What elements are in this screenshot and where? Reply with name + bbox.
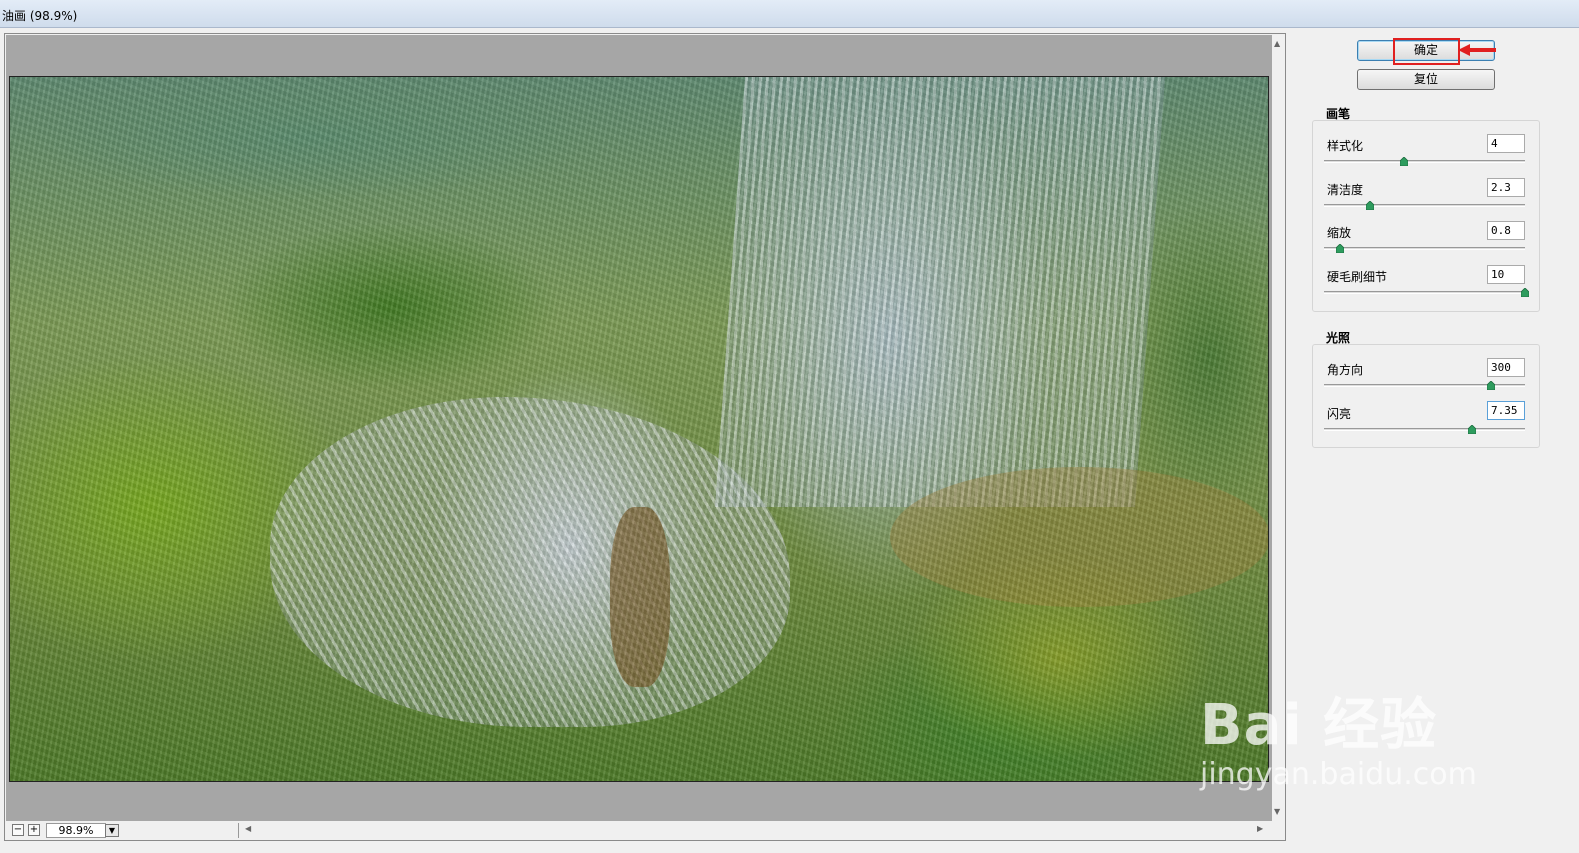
watermark-url: jingyan.baidu.com [1200,757,1477,792]
window-title: 油画 (98.9%) [2,9,78,23]
cleanliness-input[interactable]: 2.3 [1487,178,1525,197]
zoom-out-button[interactable]: − [12,824,24,836]
shine-input[interactable]: 7.35 [1487,401,1525,420]
stylization-slider[interactable] [1324,157,1525,166]
bristle-detail-label: 硬毛刷细节 [1327,270,1388,284]
title-bar: 油画 (98.9%) [0,0,1579,28]
zoom-level-field[interactable]: 98.9% [46,823,106,838]
baidu-watermark: Bai 经验 jingyan.baidu.com [1200,680,1477,792]
bristle-detail-slider[interactable] [1324,288,1529,297]
slider-thumb-icon[interactable] [1468,425,1476,434]
watermark-brand: Bai 经验 [1200,693,1438,758]
scale-slider[interactable] [1324,244,1525,253]
angle-direction-label: 角方向 [1327,363,1364,377]
scale-input[interactable]: 0.8 [1487,221,1525,240]
preview-panel: ▲ ▼ − + 98.9% ▼ ◀ ▶ [4,33,1286,841]
cleanliness-slider[interactable] [1324,201,1525,210]
stylization-label: 样式化 [1327,139,1364,153]
scale-label: 缩放 [1327,226,1352,240]
slider-thumb-icon[interactable] [1336,244,1344,253]
slider-thumb-icon[interactable] [1366,201,1374,210]
horizontal-scrollbar[interactable]: ◀ ▶ [238,823,1272,838]
reset-button[interactable]: 复位 [1357,69,1495,90]
shine-label: 闪亮 [1327,407,1352,421]
zoom-in-button[interactable]: + [28,824,40,836]
slider-thumb-icon[interactable] [1521,288,1529,297]
shine-slider[interactable] [1324,425,1525,434]
scroll-down-icon[interactable]: ▼ [1274,807,1280,816]
highlight-annotation [1393,38,1460,65]
stylization-input[interactable]: 4 [1487,134,1525,153]
slider-thumb-icon[interactable] [1487,381,1495,390]
scroll-left-icon[interactable]: ◀ [245,824,251,833]
cleanliness-label: 清洁度 [1327,183,1364,197]
zoom-dropdown-icon[interactable]: ▼ [105,824,119,837]
angle-direction-slider[interactable] [1324,381,1525,390]
bristle-detail-input[interactable]: 10 [1487,265,1525,284]
preview-toolbar: − + 98.9% ▼ ◀ ▶ [6,821,1272,840]
scroll-up-icon[interactable]: ▲ [1274,39,1280,48]
slider-thumb-icon[interactable] [1400,157,1408,166]
preview-canvas[interactable] [6,35,1272,821]
scroll-right-icon[interactable]: ▶ [1257,824,1263,833]
oil-painting-preview-image[interactable] [9,76,1269,782]
angle-direction-input[interactable]: 300 [1487,358,1525,377]
red-arrow-icon [1458,44,1496,56]
